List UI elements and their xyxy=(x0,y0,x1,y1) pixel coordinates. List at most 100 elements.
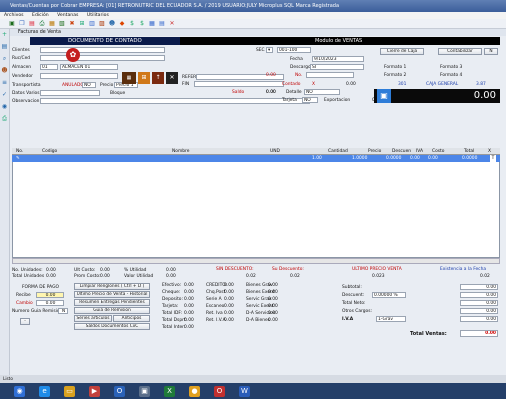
datos-varios-field[interactable] xyxy=(40,90,100,96)
formato1-radio[interactable]: Formato 1 xyxy=(384,65,406,70)
app-icon[interactable]: ▣ xyxy=(139,385,150,397)
tools-icon[interactable]: ✖ xyxy=(68,20,76,28)
chart-icon[interactable]: ▨ xyxy=(98,20,106,28)
col-codigo[interactable]: Codigo xyxy=(42,148,57,155)
col-iva[interactable]: IVA xyxy=(416,148,423,155)
descuent-pct[interactable]: 0.00000 % xyxy=(372,292,406,298)
calc-icon[interactable]: ▦ xyxy=(122,72,136,84)
saldos-cxc-button[interactable]: Saldos Documentos CxC xyxy=(74,323,150,330)
iva-select[interactable]: 1-Grav xyxy=(376,316,406,322)
exit-icon[interactable]: ✕ xyxy=(168,20,176,28)
stop-icon[interactable]: ✕ xyxy=(166,72,178,84)
sidebar-go-icon[interactable]: ◉ xyxy=(1,103,8,110)
col-precio[interactable]: Precio xyxy=(368,148,381,155)
cell-iva[interactable]: 0.00 xyxy=(410,155,420,162)
fin-field[interactable] xyxy=(194,81,284,87)
col-x[interactable]: X xyxy=(488,148,491,155)
excel-icon[interactable]: X xyxy=(164,385,175,397)
cell-descuen[interactable]: 0.0000 xyxy=(386,155,401,162)
display-icon[interactable]: ▣ xyxy=(377,89,391,103)
word-icon[interactable]: W xyxy=(239,385,250,397)
sidebar-doc-icon[interactable]: ▤ xyxy=(1,43,8,50)
start-icon[interactable]: ◉ xyxy=(14,385,25,397)
otros-cargos-val[interactable]: 0.00 xyxy=(460,308,498,314)
guia-remision-button[interactable]: Guia de Remision xyxy=(74,307,150,314)
menu-archivos[interactable]: Archivos xyxy=(4,13,24,18)
sec-dropdown[interactable]: ▾ xyxy=(266,47,273,53)
cell-total[interactable]: 0.0000 xyxy=(462,155,477,162)
table-row[interactable]: ✎ 1.00 1.0000 0.0000 0.00 0.00 0.0000 T xyxy=(12,155,500,162)
menu-ventanas[interactable]: Ventanas xyxy=(57,13,78,18)
alert-icon[interactable]: ◆ xyxy=(118,20,126,28)
detalle-select[interactable]: NO xyxy=(304,89,340,95)
grid-icon[interactable]: ▧ xyxy=(58,20,66,28)
col-cantidad[interactable]: Cantidad xyxy=(328,148,348,155)
contabilizar-button[interactable]: Contabilizar xyxy=(438,48,482,55)
col-descuen[interactable]: Descuen xyxy=(392,148,411,155)
fecha-field[interactable]: 9/10/2023 xyxy=(312,56,364,62)
calendar-icon[interactable]: ▤ xyxy=(158,20,166,28)
outlook-icon[interactable]: O xyxy=(114,385,125,397)
almacen-name[interactable]: ALMACEN 01 xyxy=(60,64,118,70)
delete-row-icon[interactable]: T xyxy=(490,155,496,162)
rucced-field[interactable] xyxy=(40,55,165,61)
grid-scrollbar[interactable] xyxy=(12,258,500,264)
sidebar-list-icon[interactable]: ≡ xyxy=(1,79,8,86)
folder-icon[interactable]: ▦ xyxy=(48,20,56,28)
sidebar-add-icon[interactable]: + xyxy=(1,31,8,38)
money-icon[interactable]: $ xyxy=(128,20,136,28)
anticipos-button[interactable]: Anticipos xyxy=(113,315,150,322)
menu-utilitarios[interactable]: Utilitarios xyxy=(87,13,109,18)
vendedor-field[interactable] xyxy=(40,73,118,79)
explorer-icon[interactable]: ▭ xyxy=(64,385,75,397)
ie-icon[interactable]: e xyxy=(39,385,50,397)
n-button[interactable]: N xyxy=(484,48,498,55)
anulado-select[interactable]: NO xyxy=(82,82,96,88)
recibe-field[interactable]: 0.00 xyxy=(36,292,64,298)
descargo-select[interactable]: SI xyxy=(310,64,364,70)
no-field[interactable] xyxy=(306,72,354,78)
observacion-field[interactable] xyxy=(40,98,310,104)
cierre-caja-button[interactable]: Cierre de Caja xyxy=(380,48,424,55)
sidebar-search-icon[interactable]: ⌕ xyxy=(1,55,8,62)
user-icon[interactable]: ☻ xyxy=(108,20,116,28)
pending-deliveries-button[interactable]: Resumen Entregas Pendientes xyxy=(74,299,150,306)
clientes-field[interactable] xyxy=(40,47,165,53)
table-icon[interactable]: ▦ xyxy=(148,20,156,28)
formato2-radio[interactable]: Formato 2 xyxy=(384,73,406,78)
col-no[interactable]: No. xyxy=(16,148,23,155)
cell-costo[interactable]: 0.00 xyxy=(428,155,438,162)
col-nombre[interactable]: Nombre xyxy=(172,148,189,155)
formato3-radio[interactable]: Formato 3 xyxy=(440,65,462,70)
sidebar-print-icon[interactable]: ⎙ xyxy=(1,115,8,122)
upload-icon[interactable]: ↑ xyxy=(152,72,164,84)
opera-icon[interactable]: O xyxy=(214,385,225,397)
last-price-button[interactable]: Ultimo Precio de Venta - Historial xyxy=(74,291,150,298)
save-icon[interactable]: ▤ xyxy=(28,20,36,28)
report-icon[interactable]: ▥ xyxy=(88,20,96,28)
tarjeta-select[interactable]: NO xyxy=(302,97,318,103)
print-icon[interactable]: ⎙ xyxy=(38,20,46,28)
detail-grid[interactable] xyxy=(12,148,500,258)
sidebar-user-icon[interactable]: ☻ xyxy=(1,67,8,74)
col-costo[interactable]: Costo xyxy=(432,148,444,155)
open-icon[interactable]: ❐ xyxy=(18,20,26,28)
sec-code[interactable]: 001-100 xyxy=(277,47,311,53)
list-icon[interactable]: ⊞ xyxy=(138,72,150,84)
chrome-icon[interactable]: ● xyxy=(189,385,200,397)
menu-edicion[interactable]: Edición xyxy=(32,13,49,18)
minus-button[interactable]: - xyxy=(20,318,30,325)
numero-guia-field[interactable]: N xyxy=(58,308,68,314)
money2-icon[interactable]: $ xyxy=(138,20,146,28)
clear-rows-button[interactable]: Limpiar Renglones ( Ctrl + D ) xyxy=(74,283,150,290)
almacen-code[interactable]: 01 xyxy=(40,64,58,70)
sidebar-ok-icon[interactable]: ✓ xyxy=(1,91,8,98)
col-und[interactable]: UND xyxy=(270,148,280,155)
series-button[interactable]: Series articulos xyxy=(74,315,112,322)
cell-cantidad[interactable]: 1.00 xyxy=(312,155,322,162)
media-icon[interactable]: ▶ xyxy=(89,385,100,397)
col-total[interactable]: Total xyxy=(464,148,474,155)
cell-precio[interactable]: 1.0000 xyxy=(352,155,367,162)
calc-icon[interactable]: ⊞ xyxy=(78,20,86,28)
new-icon[interactable]: ▣ xyxy=(8,20,16,28)
